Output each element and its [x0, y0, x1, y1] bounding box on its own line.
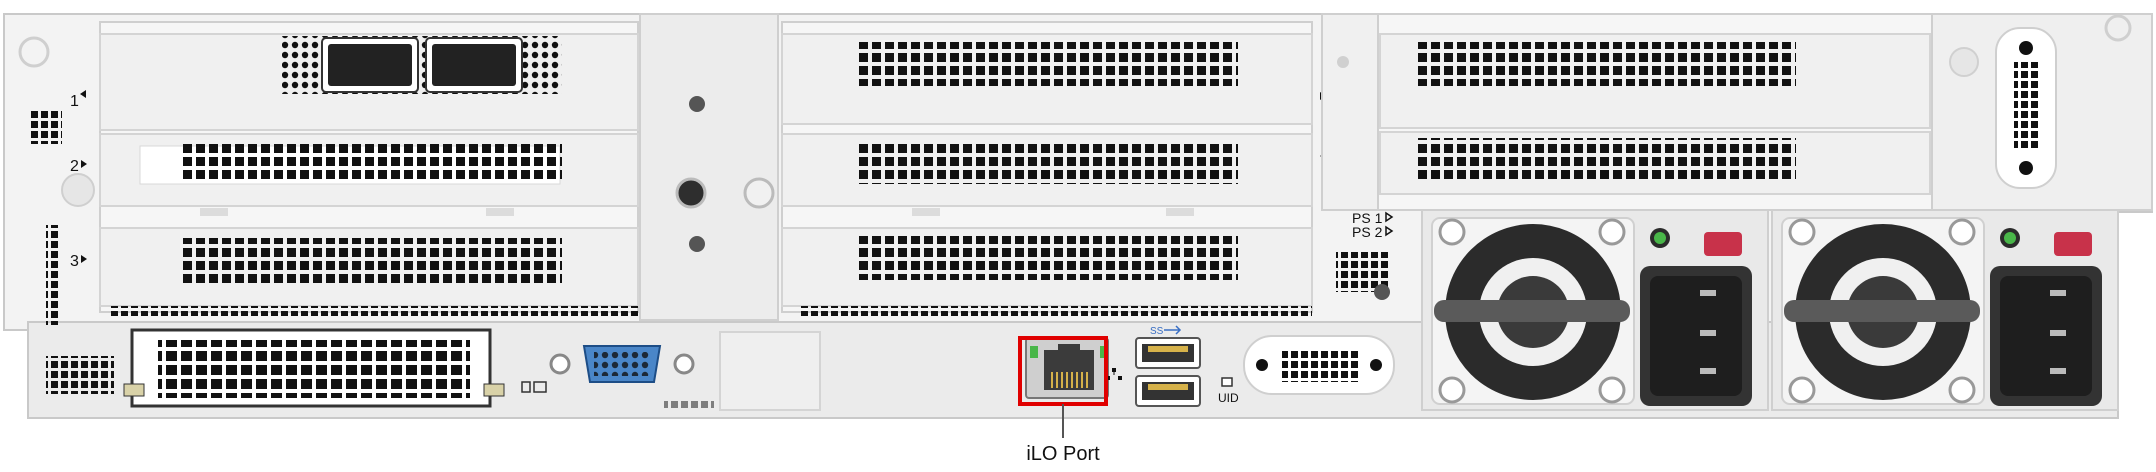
slot-2-vent — [182, 140, 562, 182]
blank-panel — [719, 331, 821, 411]
display-port[interactable] — [1243, 335, 1395, 395]
ilo-port[interactable] — [1025, 337, 1109, 399]
server-rear-diagram: 1 2 3 4 6 5 7 — [3, 13, 2153, 465]
chassis-screw — [1374, 284, 1390, 300]
usb-port-1[interactable] — [1135, 337, 1201, 369]
right-ear — [1931, 13, 2153, 211]
ps2-label: PS 2 — [1352, 224, 1383, 240]
slot-3-label: 3 — [70, 253, 79, 270]
slot-2-label: 2 — [70, 158, 79, 175]
riser-3 — [1321, 13, 1933, 211]
usb-port-2[interactable] — [1135, 375, 1201, 407]
uid-label: UID — [1218, 391, 1239, 405]
riser-2 — [781, 21, 1313, 316]
bottom-left-bay[interactable] — [123, 328, 505, 408]
ilo-port-callout-label: iLO Port — [1026, 443, 1100, 465]
svg-text:SS: SS — [1150, 326, 1164, 337]
psu-2[interactable] — [1771, 209, 2119, 411]
slot-1-label: 1 — [70, 93, 79, 110]
psu-1[interactable] — [1421, 209, 1769, 411]
slot-3-vent — [182, 238, 562, 284]
center-divider — [639, 13, 779, 321]
uid-button[interactable] — [1221, 377, 1233, 387]
riser-1 — [99, 21, 639, 316]
